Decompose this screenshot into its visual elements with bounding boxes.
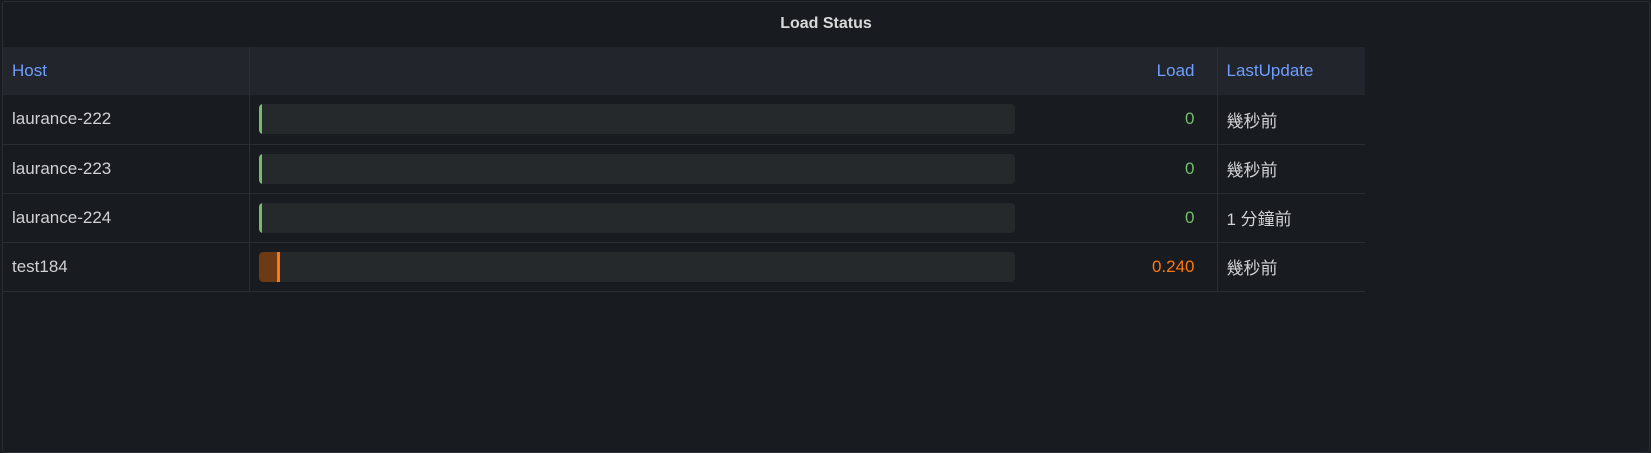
- load-gauge-track: [258, 251, 1015, 282]
- load-gauge-fill: [258, 251, 280, 282]
- load-status-panel: Load Status Host Load LastUpdate lauranc…: [2, 1, 1650, 453]
- panel-title: Load Status: [780, 15, 872, 32]
- host-cell: test184: [3, 242, 250, 292]
- column-header-last-update[interactable]: LastUpdate: [1217, 47, 1365, 95]
- table-row: laurance-224 0 1 分鐘前: [3, 193, 1365, 243]
- column-header-load[interactable]: Load: [249, 47, 1218, 95]
- load-cell: 0: [249, 95, 1218, 145]
- load-gauge-track: [258, 104, 1015, 134]
- table-row: test184 0.240 幾秒前: [3, 242, 1365, 292]
- last-update-cell: 幾秒前: [1217, 95, 1365, 145]
- table-row: laurance-223 0 幾秒前: [3, 144, 1365, 194]
- column-header-host[interactable]: Host: [3, 47, 250, 95]
- host-cell: laurance-223: [3, 144, 250, 194]
- load-gauge-fill: [258, 104, 262, 134]
- load-value: 0.240: [1151, 256, 1195, 276]
- load-table: Host Load LastUpdate laurance-222 0 幾秒前 l…: [3, 47, 1365, 292]
- load-gauge-track: [258, 153, 1015, 184]
- table-row: laurance-222 0 幾秒前: [3, 95, 1365, 145]
- load-value: 0: [1185, 158, 1195, 178]
- load-gauge-fill: [258, 202, 262, 233]
- load-cell: 0: [249, 144, 1218, 194]
- last-update-cell: 幾秒前: [1217, 242, 1365, 292]
- load-value: 0: [1185, 207, 1195, 227]
- load-gauge-fill: [258, 153, 262, 184]
- load-cell: 0.240: [249, 242, 1218, 292]
- load-cell: 0: [249, 193, 1218, 243]
- last-update-cell: 1 分鐘前: [1217, 193, 1365, 243]
- host-cell: laurance-222: [3, 95, 250, 145]
- last-update-cell: 幾秒前: [1217, 144, 1365, 194]
- host-cell: laurance-224: [3, 193, 250, 243]
- load-value: 0: [1185, 109, 1195, 128]
- load-gauge-track: [258, 202, 1015, 233]
